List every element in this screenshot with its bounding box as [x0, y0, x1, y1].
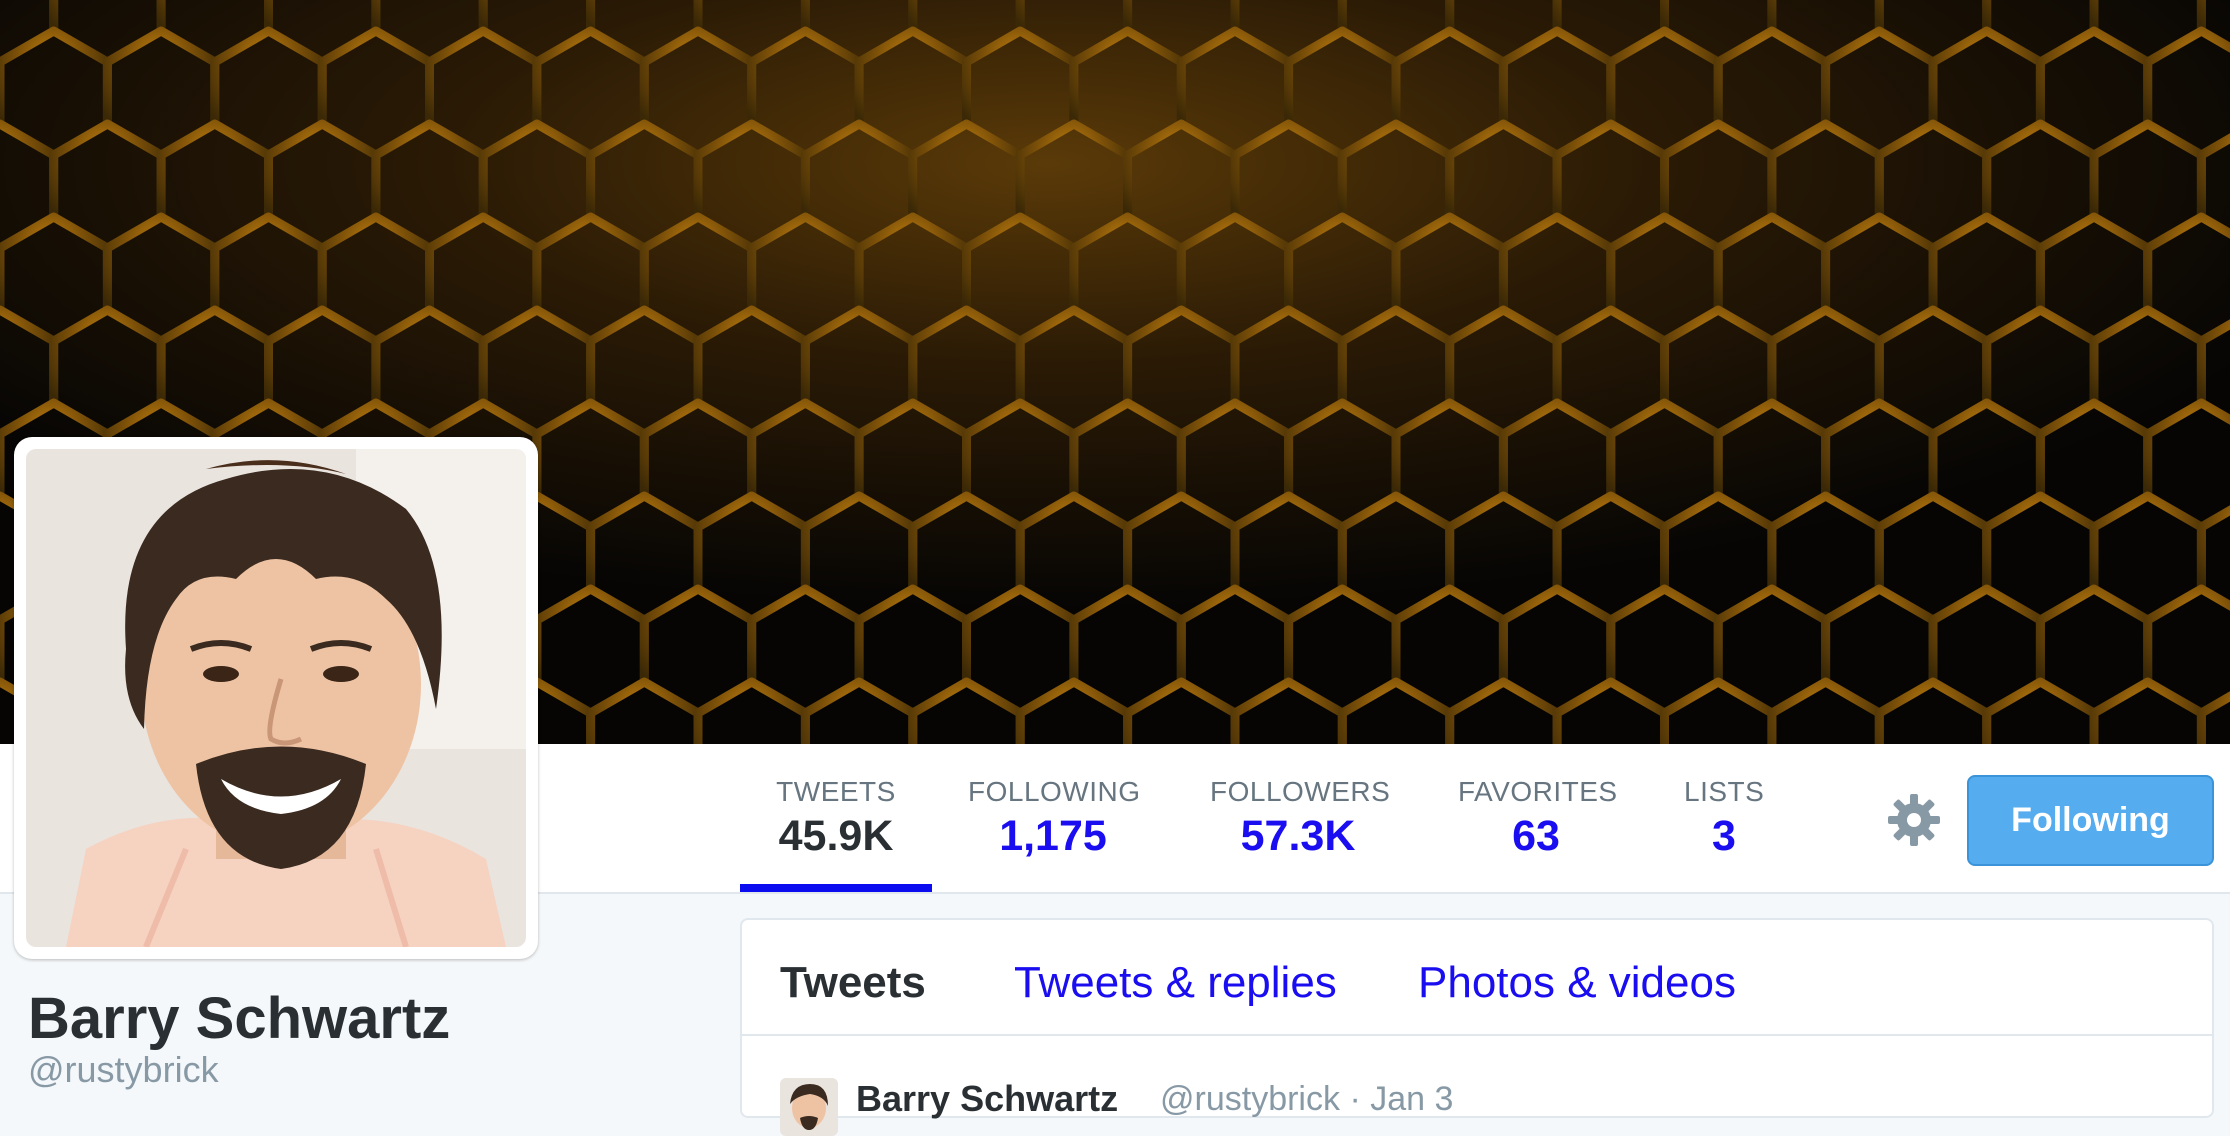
following-button[interactable]: Following — [1967, 775, 2214, 866]
stat-tweets[interactable]: TWEETS 45.9K — [776, 776, 896, 862]
profile-handle[interactable]: @rustybrick — [28, 1048, 219, 1092]
stat-tweets-value: 45.9K — [778, 812, 894, 860]
tab-tweets-and-replies[interactable]: Tweets & replies — [1014, 958, 1337, 1008]
tweet-author-handle[interactable]: @rustybrick — [1160, 1080, 1340, 1118]
tweet-author-avatar[interactable] — [780, 1078, 838, 1136]
stat-favorites[interactable]: FAVORITES 63 — [1458, 776, 1618, 862]
tweet-meta: @rustybrick · Jan 3 — [1160, 1080, 1453, 1119]
tab-tweets[interactable]: Tweets — [780, 958, 926, 1008]
stat-favorites-value: 63 — [1512, 812, 1560, 860]
stat-followers[interactable]: FOLLOWERS 57.3K — [1210, 776, 1391, 862]
stat-favorites-label: FAVORITES — [1458, 776, 1618, 807]
stat-following-label: FOLLOWING — [968, 776, 1141, 807]
stat-following-value: 1,175 — [999, 812, 1107, 860]
stat-following[interactable]: FOLLOWING 1,175 — [968, 776, 1141, 862]
stat-lists-label: LISTS — [1684, 776, 1765, 807]
avatar-photo — [26, 449, 526, 947]
timeline-tabs: Tweets Tweets & replies Photos & videos — [742, 920, 2212, 1036]
tab-photos-and-videos[interactable]: Photos & videos — [1418, 958, 1736, 1008]
tweet-date[interactable]: Jan 3 — [1370, 1080, 1453, 1118]
profile-name: Barry Schwartz — [28, 986, 451, 1051]
stat-lists-value: 3 — [1712, 812, 1736, 860]
active-stat-underline — [740, 884, 932, 892]
stat-tweets-label: TWEETS — [776, 776, 896, 807]
stat-followers-label: FOLLOWERS — [1210, 776, 1391, 807]
tweet-separator: · — [1349, 1080, 1361, 1118]
gear-icon[interactable] — [1886, 792, 1942, 848]
stat-followers-value: 57.3K — [1240, 812, 1356, 860]
timeline-panel: Tweets Tweets & replies Photos & videos … — [740, 918, 2214, 1136]
tweet-author-name[interactable]: Barry Schwartz — [856, 1078, 1118, 1120]
profile-avatar[interactable] — [14, 437, 538, 959]
stat-lists[interactable]: LISTS 3 — [1684, 776, 1764, 862]
